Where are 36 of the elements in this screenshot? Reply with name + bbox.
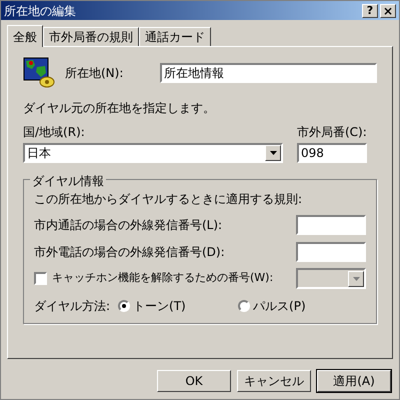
field-label: 市内通話の場合の外線発信番号(L):: [34, 216, 224, 234]
tab[interactable]: 全般: [7, 25, 43, 47]
field-label: 市外電話の場合の外線発信番号(D):: [34, 244, 226, 260]
close-button[interactable]: ×: [380, 4, 396, 18]
tab[interactable]: 市外局番の規則: [43, 27, 139, 46]
area-code-field[interactable]: 098: [297, 143, 367, 163]
radio-label: トーン(T): [133, 298, 186, 315]
dialog-button[interactable]: 適用(A): [317, 370, 391, 392]
radio-button[interactable]: [238, 300, 250, 312]
number-dropdown[interactable]: [296, 268, 366, 289]
location-field[interactable]: 所在地情報: [160, 63, 377, 83]
country-dropdown[interactable]: 日本: [23, 143, 283, 163]
window-title: 所在地の編集: [4, 2, 77, 20]
dropdown-button[interactable]: [265, 145, 281, 161]
group-title: ダイヤル情報: [30, 172, 106, 190]
globe-phone-icon: [23, 57, 55, 89]
area-code-label: 市外局番(C):: [297, 124, 368, 141]
help-button[interactable]: ?: [362, 4, 378, 18]
checkbox-label: キャッチホン機能を解除するための番号(W):: [52, 270, 274, 286]
method-label: ダイヤル方法:: [34, 298, 110, 315]
dropdown-button[interactable]: [348, 270, 364, 286]
tab[interactable]: 通話カード: [139, 27, 211, 46]
radio-label: パルス(P): [253, 298, 306, 315]
radio-button[interactable]: [118, 300, 130, 312]
prefix-field[interactable]: [296, 242, 366, 262]
prefix-field[interactable]: [296, 214, 366, 234]
country-value: 日本: [26, 145, 52, 162]
caret-icon: [270, 151, 276, 155]
checkbox[interactable]: [34, 272, 47, 285]
description-text: ダイヤル元の所在地を指定します。: [23, 100, 216, 117]
rules-text: この所在地からダイヤルするときに適用する規則:: [34, 191, 304, 208]
country-label: 国/地域(R):: [23, 124, 86, 141]
location-label: 所在地(N):: [65, 65, 124, 82]
caret-icon: [352, 276, 360, 280]
dialog-button[interactable]: キャンセル: [237, 370, 311, 392]
dialog-button[interactable]: OK: [157, 370, 231, 392]
